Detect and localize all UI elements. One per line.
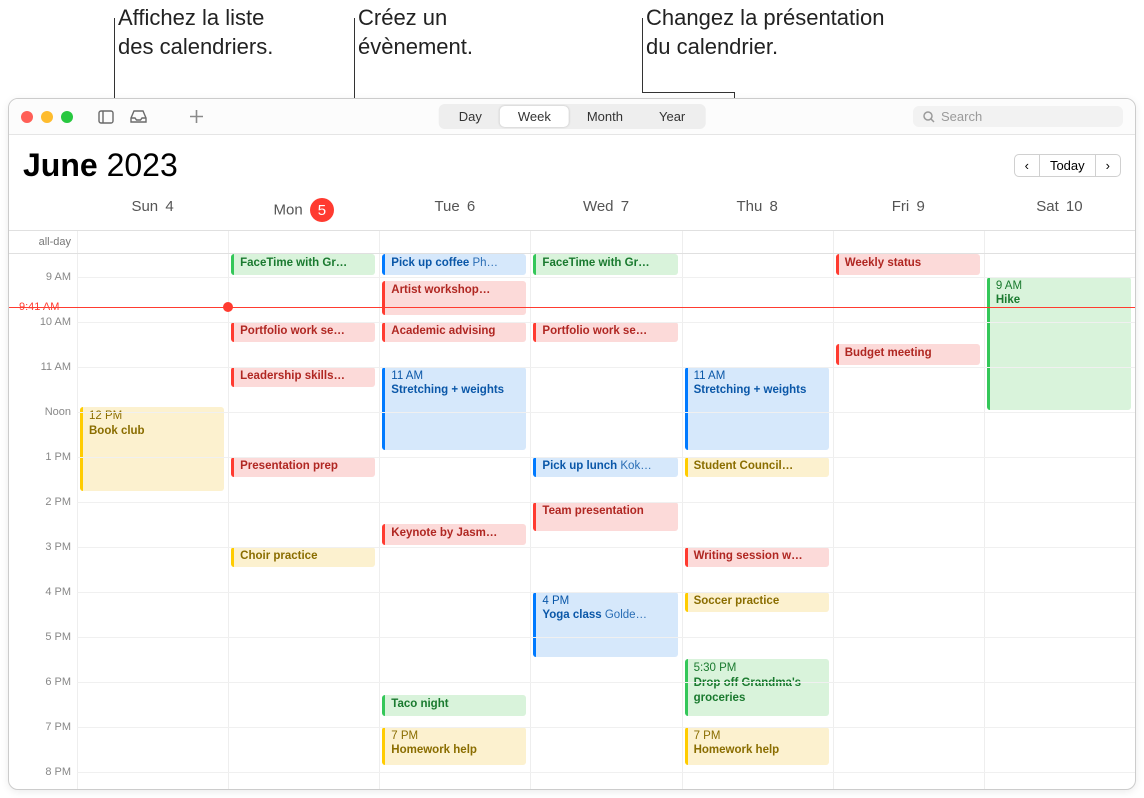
event[interactable]: 4 PMYoga class Golde…	[533, 592, 677, 658]
event[interactable]: Choir practice	[231, 547, 375, 568]
event[interactable]: Pick up lunch Kok…	[533, 457, 677, 478]
event[interactable]: FaceTime with Gr…	[231, 254, 375, 275]
event[interactable]: Academic advising	[382, 322, 526, 343]
window-controls	[21, 111, 73, 123]
time-gutter: 9 AM10 AM11 AMNoon1 PM2 PM3 PM4 PM5 PM6 …	[9, 254, 77, 790]
col-fri[interactable]: Weekly status Budget meeting	[833, 254, 984, 790]
allday-label: all-day	[9, 231, 77, 253]
callout-create-event: Créez unévènement.	[358, 4, 473, 61]
minimize-button[interactable]	[41, 111, 53, 123]
callout-change-view: Changez la présentationdu calendrier.	[646, 4, 885, 61]
callout-calendar-list: Affichez la listedes calendriers.	[118, 4, 273, 61]
view-month[interactable]: Month	[569, 106, 641, 127]
view-day[interactable]: Day	[441, 106, 500, 127]
event[interactable]: Weekly status	[836, 254, 980, 275]
col-sun[interactable]: 12 PMBook club	[77, 254, 228, 790]
event[interactable]: Pick up coffee Ph…	[382, 254, 526, 275]
event[interactable]: Soccer practice	[685, 592, 829, 613]
event[interactable]: 12 PMBook club	[80, 407, 224, 491]
event[interactable]: Leadership skills…	[231, 367, 375, 388]
calendars-list-icon[interactable]	[95, 106, 117, 128]
day-header[interactable]: Sat 10	[984, 188, 1135, 230]
col-tue[interactable]: Pick up coffee Ph… Artist workshop… Academ…	[379, 254, 530, 790]
day-header[interactable]: Mon 5	[228, 188, 379, 230]
view-year[interactable]: Year	[641, 106, 703, 127]
col-thu[interactable]: 11 AMStretching + weights Student Council…	[682, 254, 833, 790]
day-headers: Sun 4Mon 5Tue 6Wed 7Thu 8Fri 9Sat 10	[9, 188, 1135, 231]
col-sat[interactable]: 9 AMHike	[984, 254, 1135, 790]
allday-row: all-day	[9, 231, 1135, 254]
toolbar: Day Week Month Year Search	[9, 99, 1135, 135]
event[interactable]: Presentation prep	[231, 457, 375, 478]
event[interactable]: 7 PMHomework help	[685, 727, 829, 766]
day-header[interactable]: Sun 4	[77, 188, 228, 230]
prev-week-button[interactable]: ‹	[1014, 154, 1040, 177]
col-mon[interactable]: FaceTime with Gr… Portfolio work se… Leade…	[228, 254, 379, 790]
close-button[interactable]	[21, 111, 33, 123]
search-input[interactable]: Search	[913, 106, 1123, 127]
event[interactable]: Keynote by Jasm…	[382, 524, 526, 545]
event[interactable]: FaceTime with Gr…	[533, 254, 677, 275]
event[interactable]: Student Council…	[685, 457, 829, 478]
event[interactable]: Budget meeting	[836, 344, 980, 365]
add-event-button[interactable]	[185, 106, 207, 128]
event[interactable]: Team presentation	[533, 502, 677, 532]
view-week[interactable]: Week	[500, 106, 569, 127]
day-header[interactable]: Fri 9	[833, 188, 984, 230]
event[interactable]: Artist workshop…	[382, 281, 526, 315]
today-button[interactable]: Today	[1040, 154, 1095, 177]
event[interactable]: Portfolio work se…	[231, 322, 375, 343]
week-grid[interactable]: 9 AM10 AM11 AMNoon1 PM2 PM3 PM4 PM5 PM6 …	[9, 254, 1135, 790]
event[interactable]: 5:30 PMDrop off Grandma's groceries	[685, 659, 829, 716]
event[interactable]: 11 AMStretching + weights	[685, 367, 829, 451]
event[interactable]: Portfolio work se…	[533, 322, 677, 343]
search-icon	[923, 111, 935, 123]
event[interactable]: 7 PMHomework help	[382, 727, 526, 766]
event[interactable]: 9 AMHike	[987, 277, 1131, 410]
next-week-button[interactable]: ›	[1095, 154, 1121, 177]
view-switcher: Day Week Month Year	[439, 104, 706, 129]
calendar-window: Day Week Month Year Search June 2023 ‹ T…	[8, 98, 1136, 790]
month-title: June 2023	[23, 147, 178, 184]
day-header[interactable]: Wed 7	[530, 188, 681, 230]
event[interactable]: 11 AMStretching + weights	[382, 367, 526, 451]
fullscreen-button[interactable]	[61, 111, 73, 123]
event[interactable]: Taco night	[382, 695, 526, 716]
inbox-icon[interactable]	[127, 106, 149, 128]
col-wed[interactable]: FaceTime with Gr… Portfolio work se… Pick …	[530, 254, 681, 790]
day-header[interactable]: Tue 6	[379, 188, 530, 230]
now-indicator: 9:41 AM	[19, 301, 59, 313]
event[interactable]: Writing session w…	[685, 547, 829, 568]
grid-columns: 12 PMBook club FaceTime with Gr… Portfoli…	[77, 254, 1135, 790]
day-header[interactable]: Thu 8	[682, 188, 833, 230]
